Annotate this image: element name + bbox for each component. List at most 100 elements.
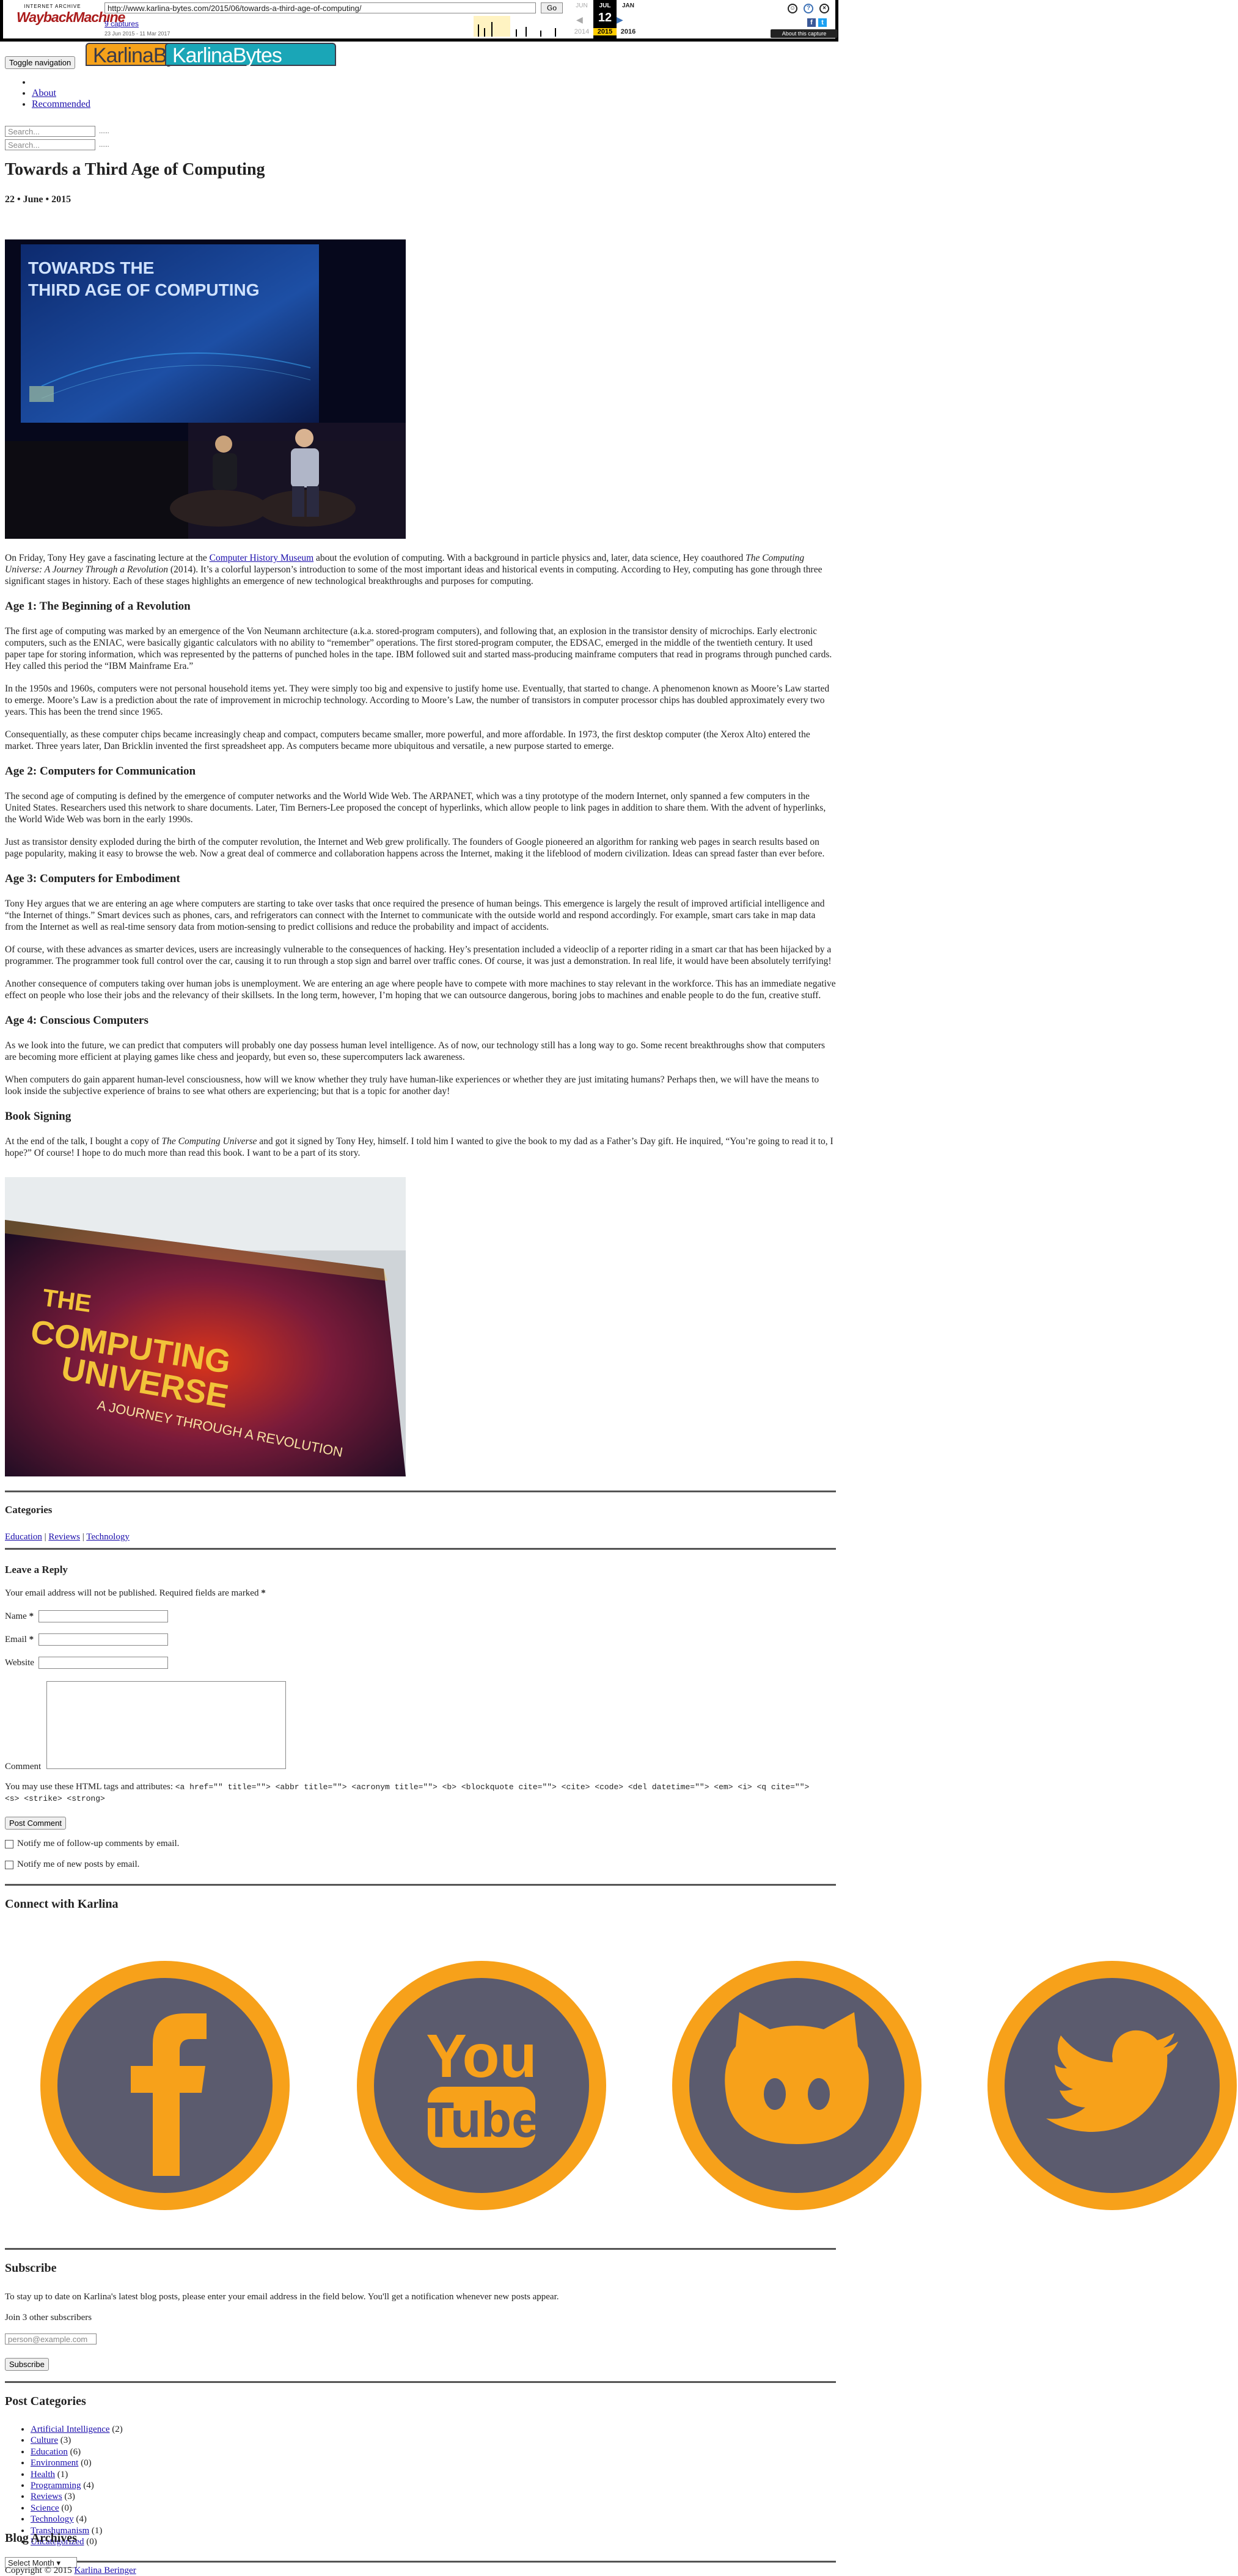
wayback-logo[interactable]: INTERNET ARCHIVE WaybackMachine <box>16 4 125 31</box>
category-count: (2) <box>112 2425 123 2434</box>
list-item: Education (6) <box>31 2446 123 2457</box>
name-field[interactable] <box>38 1610 168 1622</box>
separator <box>5 2248 836 2250</box>
post-category-links: Education | Reviews | Technology <box>5 1532 130 1542</box>
wayback-captures-link[interactable]: 9 captures <box>104 20 139 28</box>
category-sep: | <box>42 1532 49 1542</box>
age4-paragraph-1: As we look into the future, we can predi… <box>5 1040 826 1062</box>
about-capture-button[interactable]: About this capture <box>771 29 838 38</box>
list-item: Technology (4) <box>31 2514 123 2525</box>
notify-followup-checkbox[interactable] <box>5 1839 13 1848</box>
wayback-toolbar: INTERNET ARCHIVE WaybackMachine http://w… <box>0 0 838 42</box>
toggle-navigation-button[interactable]: Toggle navigation <box>5 56 76 69</box>
prev-arrow-icon[interactable]: ◀ <box>576 15 583 25</box>
email-field[interactable] <box>38 1633 168 1646</box>
category-link-technology[interactable]: Technology <box>86 1532 130 1542</box>
close-icon[interactable]: × <box>819 4 829 13</box>
nav-about-link[interactable]: About <box>32 88 56 98</box>
category-link[interactable]: Culture <box>31 2436 58 2445</box>
search-button-2[interactable]: ...... <box>99 142 109 148</box>
user-icon[interactable]: ☺ <box>788 4 797 13</box>
wayback-logo-main: WaybackMachine <box>16 9 125 25</box>
wayback-sparkline[interactable] <box>186 16 565 37</box>
github-icon[interactable] <box>672 1961 921 2210</box>
email-label-text: Email <box>5 1635 29 1644</box>
required-marker: * <box>261 1588 266 1598</box>
age1-paragraph-1: The first age of computing was marked by… <box>5 626 832 671</box>
wayback-go-button[interactable]: Go <box>541 2 563 13</box>
subscribe-button[interactable]: Subscribe <box>5 2358 49 2371</box>
lecture-photo: TOWARDS THE THIRD AGE OF COMPUTING <box>5 239 406 539</box>
category-link-reviews[interactable]: Reviews <box>48 1532 80 1542</box>
youtube-icon[interactable]: You Tube <box>357 1961 606 2210</box>
facebook-icon[interactable] <box>40 1961 290 2210</box>
category-count: (1) <box>91 2525 103 2536</box>
search-input-2[interactable]: Search... <box>5 139 95 150</box>
category-link[interactable]: Technology <box>31 2514 74 2524</box>
search-button[interactable]: ...... <box>99 128 109 135</box>
twitter-icon[interactable] <box>987 1961 1237 2210</box>
category-link-education[interactable]: Education <box>5 1532 42 1542</box>
separator <box>5 1884 836 1886</box>
category-link[interactable]: Artificial Intelligence <box>31 2425 110 2434</box>
subscribe-email-input[interactable]: person@example.com <box>5 2333 97 2344</box>
email-label: Email * <box>5 1635 34 1645</box>
notify-posts-checkbox[interactable] <box>5 1860 13 1869</box>
list-item: Artificial Intelligence (2) <box>31 2424 123 2435</box>
heading-age3: Age 3: Computers for Embodiment <box>5 872 180 885</box>
post-comment-button[interactable]: Post Comment <box>5 1817 66 1830</box>
category-count: (0) <box>61 2503 72 2513</box>
age3-paragraph-3: Another consequence of computers taking … <box>5 979 836 1001</box>
next-month-label: JAN <box>621 2 634 9</box>
subscribe-heading: Subscribe <box>5 2261 57 2275</box>
footer-copyright: Copyright © 2015 Karlina Beringer <box>5 2566 136 2576</box>
wayback-url-input[interactable]: http://www.karlina-bytes.com/2015/06/tow… <box>104 2 536 13</box>
categories-heading: Categories <box>5 1504 53 1516</box>
tags-text-a: You may use these <box>5 1782 76 1792</box>
author-link[interactable]: Karlina Beringer <box>74 2566 136 2575</box>
list-item: Reviews (3) <box>31 2491 123 2502</box>
age1-paragraph-2: In the 1950s and 1960s, computers were n… <box>5 684 830 717</box>
search-input[interactable]: Search... <box>5 126 95 137</box>
notify-followup-option[interactable]: Notify me of follow-up comments by email… <box>5 1839 179 1849</box>
category-count: (3) <box>60 2436 71 2446</box>
category-link[interactable]: Education <box>31 2447 68 2457</box>
brand-logo-teal[interactable]: KarlinaBytes <box>165 43 336 67</box>
twitter-share-icon[interactable]: t <box>818 18 827 27</box>
reply-note: Your email address will not be published… <box>5 1588 266 1599</box>
name-label: Name * <box>5 1611 34 1622</box>
computer-history-museum-link[interactable]: Computer History Museum <box>210 553 314 563</box>
category-link[interactable]: Programming <box>31 2481 81 2490</box>
category-link[interactable]: Science <box>31 2503 59 2513</box>
website-label: Website <box>5 1658 34 1668</box>
next-year-label: 2016 <box>620 28 636 35</box>
help-icon[interactable]: ? <box>804 4 813 13</box>
archives-heading: Blog Archives <box>5 2531 77 2545</box>
list-item: Science (0) <box>31 2503 123 2514</box>
next-arrow-icon[interactable]: ▶ <box>617 15 623 25</box>
post-body-part1: On Friday, Tony Hey gave a fascinating l… <box>5 552 836 1165</box>
youtube-you: You <box>426 2022 537 2090</box>
prev-year-label: 2014 <box>574 28 590 35</box>
nav-item-recommended[interactable]: Recommended <box>32 99 90 110</box>
notify-posts-option[interactable]: Notify me of new posts by email. <box>5 1859 139 1870</box>
category-link[interactable]: Environment <box>31 2458 78 2468</box>
nav-item-about[interactable]: About <box>32 88 90 99</box>
tags-text-b: tags and attributes: <box>101 1782 175 1792</box>
subscribe-text: To stay up to date on Karlina's latest b… <box>5 2292 559 2302</box>
required-marker: * <box>29 1611 34 1621</box>
comment-textarea[interactable] <box>46 1681 286 1769</box>
wayback-current-month: JUL 12 2015 <box>593 0 617 39</box>
age4-paragraph-2: When computers do gain apparent human-le… <box>5 1075 819 1096</box>
heading-book-signing: Book Signing <box>5 1110 71 1123</box>
facebook-share-icon[interactable]: f <box>807 18 816 27</box>
website-field[interactable] <box>38 1657 168 1669</box>
book-cover-photo: THE COMPUTING UNIVERSE A JOURNEY THROUGH… <box>5 1177 406 1476</box>
name-label-text: Name <box>5 1611 29 1621</box>
nav-recommended-link[interactable]: Recommended <box>32 99 90 109</box>
category-link[interactable]: Reviews <box>31 2492 62 2501</box>
category-sep: | <box>80 1532 87 1542</box>
category-link[interactable]: Health <box>31 2470 55 2479</box>
svg-text:THIRD AGE OF COMPUTING: THIRD AGE OF COMPUTING <box>28 280 260 299</box>
heading-age2: Age 2: Computers for Communication <box>5 765 196 778</box>
